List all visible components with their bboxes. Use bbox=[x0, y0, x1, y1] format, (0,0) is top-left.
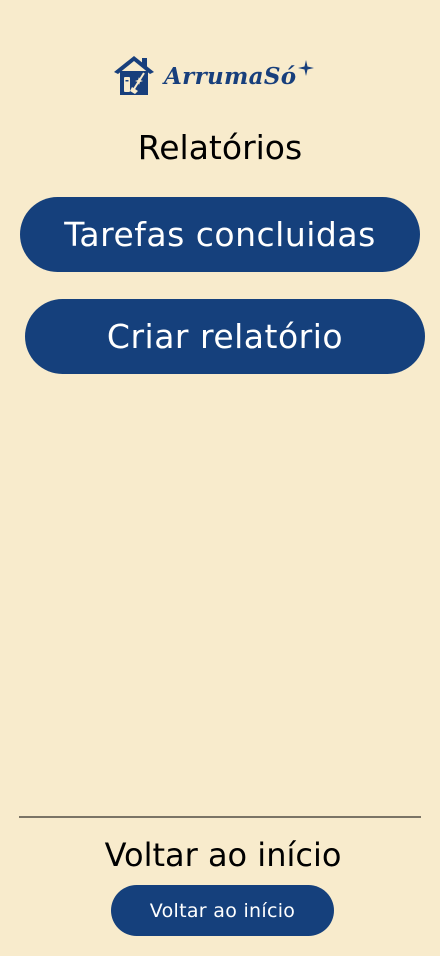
create-report-button[interactable]: Criar relatório bbox=[25, 299, 425, 374]
back-home-button[interactable]: Voltar ao início bbox=[111, 885, 334, 936]
brand-name: ArrumaSó bbox=[164, 62, 297, 90]
app-logo: ArrumaSó bbox=[112, 52, 296, 98]
footer-divider bbox=[19, 816, 421, 818]
sparkle-icon bbox=[298, 60, 314, 76]
completed-tasks-button[interactable]: Tarefas concluidas bbox=[20, 197, 420, 272]
page-title: Relatórios bbox=[137, 128, 303, 167]
house-cleaning-icon bbox=[114, 56, 154, 95]
footer-heading: Voltar ao início bbox=[104, 836, 342, 874]
